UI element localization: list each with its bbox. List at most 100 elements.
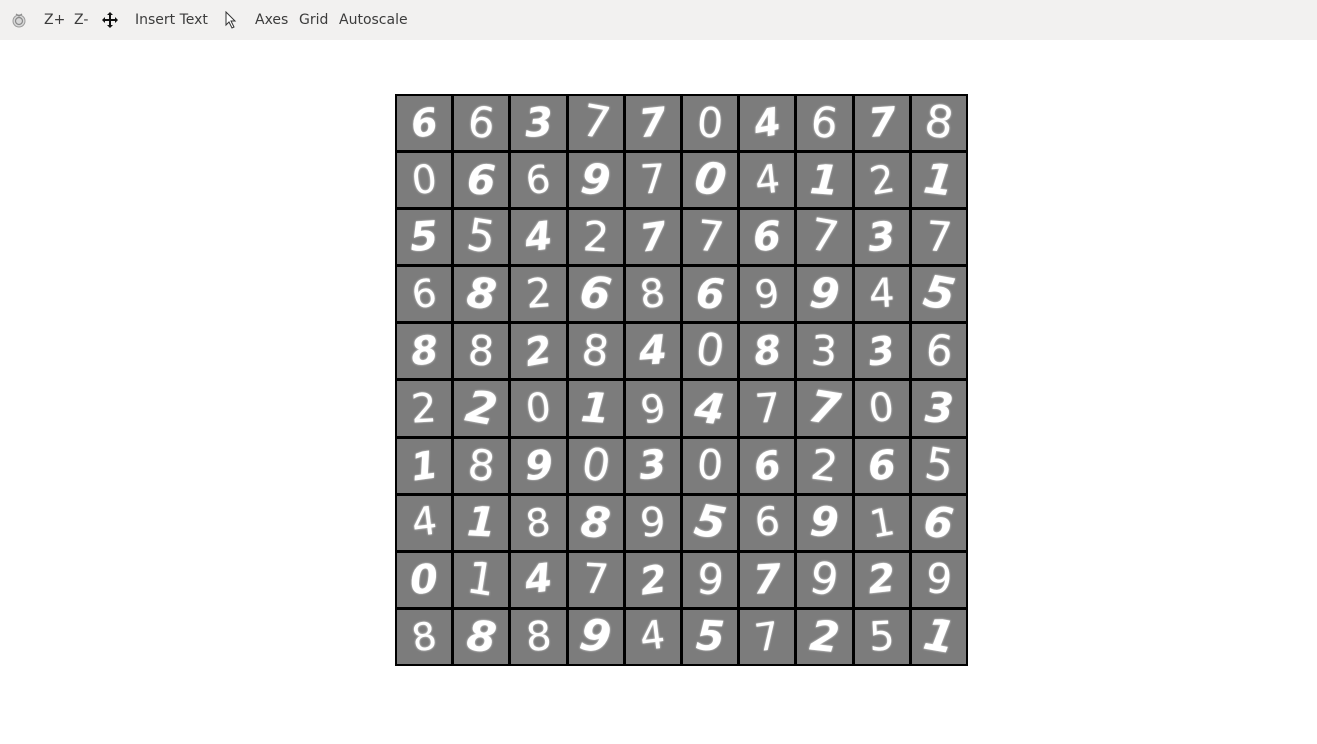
- digit-cell: 5: [911, 267, 966, 322]
- digit-cell: 8: [454, 267, 509, 322]
- digit-cell: 6: [511, 153, 566, 208]
- digit-cell: 6: [568, 267, 623, 322]
- digit-cell: 6: [683, 267, 738, 322]
- digit-label: 4: [522, 213, 555, 262]
- digit-label: 8: [463, 267, 499, 320]
- digit-cell: 2: [797, 438, 852, 493]
- digit-label: 2: [524, 270, 553, 319]
- digit-label: 2: [581, 212, 610, 262]
- digit-cell: 1: [911, 609, 966, 664]
- digit-cell: 2: [854, 153, 909, 208]
- digit-cell: 7: [625, 96, 680, 151]
- digit-cell: 9: [683, 552, 738, 607]
- digit-cell: 9: [740, 267, 795, 322]
- digit-label: 9: [808, 497, 841, 548]
- digit-cell: 9: [911, 552, 966, 607]
- zoom-out-button[interactable]: Z-: [74, 10, 88, 30]
- digit-label: 7: [638, 156, 667, 204]
- digit-label: 6: [808, 96, 841, 149]
- digit-label: 7: [637, 99, 669, 147]
- digit-label: 2: [636, 556, 670, 604]
- digit-cell: 9: [625, 495, 680, 550]
- axes-button[interactable]: Axes: [255, 10, 288, 30]
- digit-label: 6: [750, 441, 785, 490]
- digit-cell: 1: [454, 552, 509, 607]
- digit-cell: 4: [683, 381, 738, 436]
- digit-label: 0: [409, 156, 440, 204]
- digit-label: 5: [919, 267, 959, 322]
- digit-label: 2: [521, 327, 556, 376]
- digit-label: 5: [867, 613, 896, 661]
- digit-label: 0: [408, 555, 440, 604]
- digit-label: 3: [865, 327, 898, 376]
- digit-cell: 7: [625, 153, 680, 208]
- digit-label: 6: [866, 441, 898, 490]
- digit-label: 4: [409, 498, 440, 547]
- digit-cell: 6: [740, 495, 795, 550]
- digit-cell: 7: [568, 552, 623, 607]
- digit-cell: 1: [397, 438, 452, 493]
- digit-label: 6: [752, 213, 783, 261]
- digit-label: 7: [577, 96, 614, 151]
- digit-cell: 2: [797, 609, 852, 664]
- digit-label: 0: [695, 97, 725, 148]
- digit-cell: 8: [511, 495, 566, 550]
- digit-label: 6: [407, 99, 441, 147]
- digit-label: 2: [807, 610, 842, 663]
- digit-label: 1: [865, 498, 898, 547]
- rotate-icon[interactable]: [11, 10, 27, 30]
- digit-cell: 7: [911, 210, 966, 265]
- digit-cell: 4: [740, 153, 795, 208]
- digit-cell: 0: [511, 381, 566, 436]
- digit-label: 9: [523, 441, 554, 490]
- digit-cell: 8: [511, 609, 566, 664]
- digit-cell: 2: [854, 552, 909, 607]
- digit-cell: 6: [397, 267, 452, 322]
- grid-button[interactable]: Grid: [299, 10, 328, 30]
- digit-label: 9: [752, 270, 783, 318]
- digit-label: 0: [577, 438, 614, 493]
- digit-label: 9: [578, 153, 613, 206]
- digit-label: 8: [524, 613, 553, 661]
- digit-label: 9: [637, 384, 669, 433]
- digit-cell: 1: [797, 153, 852, 208]
- digit-label: 4: [692, 381, 728, 435]
- digit-label: 8: [466, 326, 497, 376]
- digit-cell: 8: [625, 267, 680, 322]
- digit-cell: 4: [625, 324, 680, 379]
- digit-cell: 0: [683, 96, 738, 151]
- digit-label: 6: [576, 267, 615, 322]
- digit-label: 9: [807, 267, 842, 320]
- digit-label: 0: [695, 440, 725, 490]
- digit-label: 5: [921, 438, 957, 493]
- digit-label: 4: [637, 613, 668, 661]
- digit-label: 7: [752, 384, 782, 433]
- mouse-pointer-icon[interactable]: [224, 10, 238, 30]
- pan-move-icon[interactable]: [101, 10, 119, 30]
- digit-label: 8: [408, 613, 440, 661]
- digit-label: 4: [867, 270, 896, 318]
- digit-label: 1: [579, 383, 612, 433]
- digit-label: 2: [808, 439, 841, 492]
- digit-cell: 8: [740, 324, 795, 379]
- digit-cell: 5: [854, 609, 909, 664]
- digit-cell: 9: [568, 153, 623, 208]
- digit-label: 0: [523, 384, 554, 433]
- digit-label: 9: [806, 552, 843, 607]
- autoscale-button[interactable]: Autoscale: [339, 10, 408, 30]
- digit-cell: 8: [454, 438, 509, 493]
- digit-cell: 7: [683, 210, 738, 265]
- digit-label: 0: [692, 324, 728, 379]
- digit-label: 7: [636, 213, 670, 261]
- insert-text-button[interactable]: Insert Text: [135, 10, 208, 30]
- digit-label: 5: [408, 213, 440, 262]
- digit-cell: 8: [397, 609, 452, 664]
- digit-cell: 7: [797, 210, 852, 265]
- digit-label: 7: [806, 210, 843, 265]
- digit-cell: 8: [568, 324, 623, 379]
- digit-label: 4: [752, 156, 782, 204]
- digit-label: 4: [637, 327, 669, 376]
- digit-image-grid: 6637704678066970412155427767376826869945…: [395, 94, 968, 666]
- digit-label: 8: [637, 270, 668, 319]
- zoom-in-button[interactable]: Z+: [44, 10, 65, 30]
